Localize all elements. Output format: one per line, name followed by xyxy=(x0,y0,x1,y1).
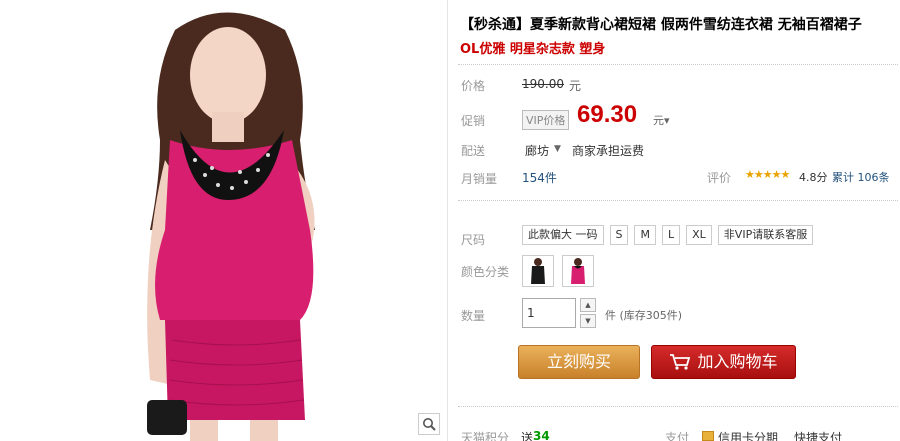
divider-line xyxy=(458,200,898,201)
stock-text: 件 (库存305件) xyxy=(605,309,683,322)
points-prefix: 送 xyxy=(521,431,534,441)
divider-line xyxy=(458,406,898,407)
product-photo xyxy=(0,0,442,441)
quick-pay-link[interactable]: 快捷支付 xyxy=(794,429,842,441)
color-options xyxy=(522,255,594,287)
size-label: 尺码 xyxy=(461,233,486,247)
monthly-sales-label: 月销量 xyxy=(461,172,498,186)
size-option-l[interactable]: L xyxy=(661,225,681,245)
quantity-decrease-button[interactable]: ▼ xyxy=(580,314,596,328)
product-subtitle: OL优雅 明星杂志款 塑身 xyxy=(460,42,606,57)
size-option[interactable]: 此款偏大 一码 xyxy=(522,225,604,245)
size-options: 此款偏大 一码 S M L XL 非VIP请联系客服 xyxy=(522,225,814,245)
add-to-cart-button[interactable]: 加入购物车 xyxy=(651,345,796,379)
buy-now-button[interactable]: 立刻购买 xyxy=(518,345,640,379)
size-option-s[interactable]: S xyxy=(609,225,629,245)
shipping-fee-text: 商家承担运费 xyxy=(572,144,645,158)
quantity-label: 数量 xyxy=(461,309,486,323)
divider-line xyxy=(458,64,898,65)
panel-divider xyxy=(447,0,448,441)
magnifier-icon xyxy=(423,418,436,431)
black-dress-thumbnail xyxy=(523,256,553,286)
credit-installment-link[interactable]: 信用卡分期 xyxy=(718,429,778,441)
size-option-xl[interactable]: XL xyxy=(686,225,712,245)
quantity-increase-button[interactable]: ▲ xyxy=(580,298,596,312)
promo-price: 69.30 xyxy=(577,101,638,128)
rating-label: 评价 xyxy=(707,171,732,185)
monthly-sales-value: 154件 xyxy=(522,171,557,185)
size-option-contact[interactable]: 非VIP请联系客服 xyxy=(717,225,814,245)
price-label: 价格 xyxy=(461,79,486,93)
shipping-city-select[interactable]: 廊坊 xyxy=(525,142,549,159)
rose-dress-thumbnail xyxy=(563,256,593,286)
points-label: 天猫积分 xyxy=(461,431,510,441)
product-image-panel[interactable] xyxy=(0,0,442,441)
original-price-unit: 元 xyxy=(569,79,582,93)
color-swatch-black[interactable] xyxy=(522,255,554,287)
points-value: 34 xyxy=(533,429,550,441)
color-swatch-rose[interactable] xyxy=(562,255,594,287)
payment-label: 支付 xyxy=(665,431,690,441)
rating-stars-icon: ★★★★★ xyxy=(745,168,790,181)
quantity-input[interactable]: 1 xyxy=(522,298,576,328)
vip-price-tag: VIP价格 xyxy=(522,110,570,130)
promo-unit-dropdown[interactable]: 元▾ xyxy=(653,112,670,128)
product-title: 【秒杀通】夏季新款背心裙短裙 假两件雪纺连衣裙 无袖百褶裙子 xyxy=(460,17,862,33)
chevron-down-icon[interactable]: ▼ xyxy=(554,144,561,154)
product-info-panel: 【秒杀通】夏季新款背心裙短裙 假两件雪纺连衣裙 无袖百褶裙子 OL优雅 明星杂志… xyxy=(458,0,898,441)
color-label: 颜色分类 xyxy=(461,265,510,279)
rating-value: 4.8分 xyxy=(799,171,828,184)
reviews-link[interactable]: 累计 106条 xyxy=(832,169,890,185)
add-to-cart-label: 加入购物车 xyxy=(697,352,778,371)
credit-card-icon xyxy=(702,431,714,441)
zoom-button[interactable] xyxy=(418,413,440,435)
cart-icon xyxy=(670,354,691,370)
original-price: 190.00 xyxy=(522,77,564,91)
promo-label: 促销 xyxy=(461,114,486,128)
size-option-m[interactable]: M xyxy=(634,225,656,245)
shipping-label: 配送 xyxy=(461,144,486,158)
